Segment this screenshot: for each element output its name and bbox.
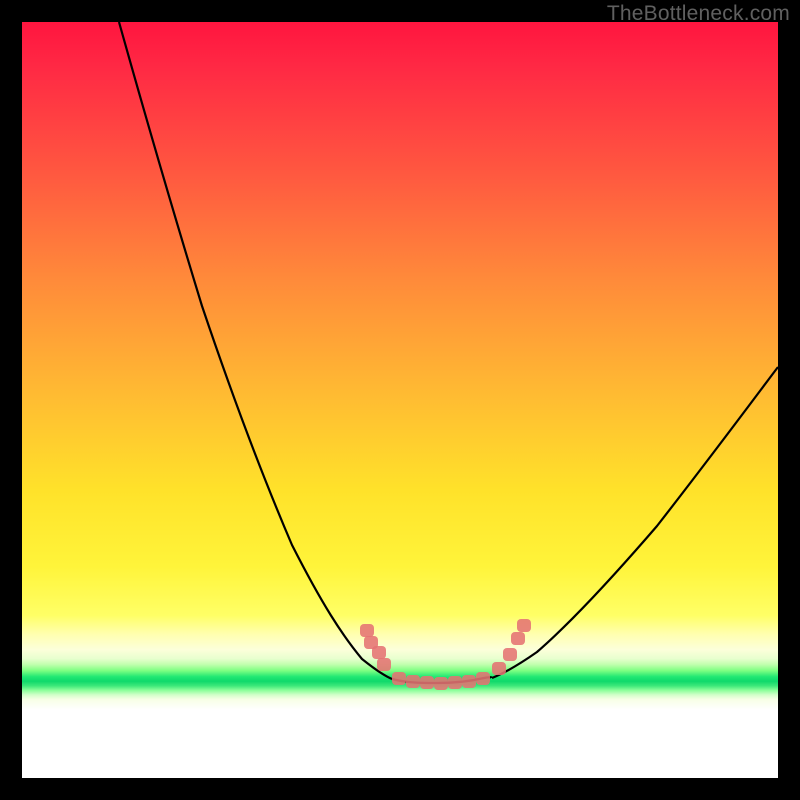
marker-pair-left-upper [360,624,378,649]
watermark-text: TheBottleneck.com [607,2,790,26]
marker-pair-left-lower [372,646,391,671]
chart-plot-area [22,22,778,778]
chart-curve-layer [22,22,778,778]
curve-left [119,22,392,679]
marker-bottom-7 [476,672,490,685]
marker-bottom-4 [434,677,448,690]
marker-bottom-3 [420,676,434,689]
marker-right-1 [492,662,506,675]
marker-bottom-5 [448,676,462,689]
marker-bottom-2 [406,675,420,688]
chart-frame: TheBottleneck.com [0,0,800,800]
marker-pair-right-upper [511,619,531,645]
marker-bottom-6 [462,675,476,688]
marker-right-2 [503,648,517,661]
marker-bottom-1 [392,672,406,685]
curve-right [492,367,778,678]
